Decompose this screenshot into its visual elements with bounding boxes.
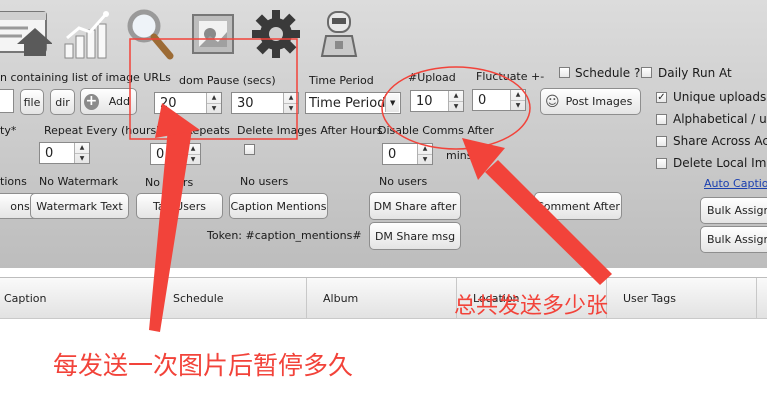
alphabetical-checkbox[interactable]: [656, 114, 667, 125]
fluctuate-value: 0: [478, 92, 487, 108]
time-period-label: Time Period: [309, 74, 374, 87]
time-period-select[interactable]: Time Period ▼: [305, 92, 401, 114]
pause-max-stepper[interactable]: 30 ▲ ▼: [231, 92, 299, 114]
image-url-file-label: n containing list of image URLs: [0, 71, 171, 84]
token-label: Token: #caption_mentions#: [207, 229, 362, 242]
add-button[interactable]: + Add: [80, 88, 137, 115]
bulk-assign-button-2[interactable]: Bulk Assign: [700, 226, 767, 253]
stepper-up-icon[interactable]: ▲: [418, 144, 432, 154]
total-count-annotation: 总共发送多少张: [454, 294, 609, 319]
stepper-down-icon[interactable]: ▼: [418, 153, 432, 165]
column-caption[interactable]: Caption: [0, 278, 157, 318]
bar-chart-icon[interactable]: [62, 10, 112, 60]
gear-icon[interactable]: [250, 8, 302, 60]
posts-grid-header: Caption Schedule Album Location User Tag…: [0, 277, 767, 319]
settings-panel: n containing list of image URLs dom Paus…: [0, 0, 767, 268]
chevron-down-icon: ▼: [385, 94, 399, 112]
mins-label: mins: [446, 149, 473, 162]
robot-icon[interactable]: [316, 8, 364, 60]
dm-share-status: No users: [379, 175, 428, 188]
delete-local-checkbox[interactable]: [656, 158, 667, 169]
disable-comms-stepper[interactable]: 0 ▲ ▼: [382, 143, 433, 165]
repeat-every-value: 0: [45, 145, 54, 161]
daily-run-label: Daily Run At: [658, 66, 732, 80]
repeat-every-stepper[interactable]: 0 ▲ ▼: [39, 142, 90, 164]
no-watermark-label: No Watermark: [39, 175, 119, 188]
num-upload-value: 10: [416, 93, 433, 109]
property-label: ty*: [0, 124, 17, 137]
num-repeats-label: Num Repeats: [156, 124, 230, 137]
stepper-up-icon[interactable]: ▲: [511, 90, 525, 100]
column-album[interactable]: Album: [307, 278, 457, 318]
unique-uploads-checkbox[interactable]: ✓: [656, 92, 667, 103]
fluctuate-stepper[interactable]: 0 ▲ ▼: [472, 89, 526, 111]
num-upload-label: #Upload: [408, 71, 456, 84]
post-images-label: Post Images: [565, 95, 633, 108]
dir-button[interactable]: dir: [50, 89, 75, 115]
magnifier-icon[interactable]: [126, 8, 174, 60]
post-images-button[interactable]: ☺ Post Images: [540, 88, 641, 115]
stepper-up-icon[interactable]: ▲: [75, 143, 89, 153]
dm-share-after-button[interactable]: DM Share after: [369, 192, 461, 220]
image-url-file-input[interactable]: [0, 89, 14, 113]
stepper-down-icon[interactable]: ▼: [75, 152, 89, 164]
unique-uploads-label: Unique uploads o: [673, 90, 767, 104]
delete-images-after-hours-label: Delete Images After Hours: [237, 124, 383, 137]
column-user-tags[interactable]: User Tags: [607, 278, 757, 318]
mentions-label: tions: [0, 175, 27, 188]
toolbar: [0, 0, 767, 62]
repeat-every-label: Repeat Every (hours): [44, 124, 161, 137]
share-across-checkbox[interactable]: [656, 136, 667, 147]
random-pause-label: dom Pause (secs): [179, 74, 276, 87]
stepper-up-icon[interactable]: ▲: [449, 91, 463, 101]
num-repeats-stepper[interactable]: 0 ▲ ▼: [150, 143, 201, 165]
add-icon: +: [84, 92, 99, 110]
num-upload-stepper[interactable]: 10 ▲ ▼: [410, 90, 464, 112]
stepper-up-icon[interactable]: ▲: [284, 93, 298, 103]
time-period-value: Time Period: [309, 95, 386, 111]
caption-mentions-button[interactable]: Caption Mentions: [229, 193, 328, 219]
stepper-down-icon[interactable]: ▼: [207, 102, 221, 114]
auto-caption-link[interactable]: Auto Captio: [704, 177, 767, 190]
bulk-assign-button-1[interactable]: Bulk Assign: [700, 197, 767, 224]
stepper-down-icon[interactable]: ▼: [449, 100, 463, 112]
caption-mentions-status: No users: [240, 175, 289, 188]
stepper-down-icon[interactable]: ▼: [511, 99, 525, 111]
watermark-text-button[interactable]: Watermark Text: [30, 193, 129, 219]
pause-min-value: 20: [160, 95, 177, 111]
image-frame-icon[interactable]: [190, 12, 238, 58]
delete-local-label: Delete Local Imag: [673, 156, 767, 170]
delete-images-checkbox[interactable]: [244, 144, 255, 155]
alphabetical-label: Alphabetical / unc: [673, 112, 767, 126]
dm-share-msg-button[interactable]: DM Share msg: [369, 222, 461, 250]
post-person-icon: ☺: [545, 93, 560, 110]
add-button-label: Add: [108, 95, 130, 108]
pause-min-stepper[interactable]: 20 ▲ ▼: [154, 92, 222, 114]
tag-users-status: No users: [145, 176, 194, 189]
disable-comms-value: 0: [388, 146, 397, 162]
stepper-down-icon[interactable]: ▼: [186, 153, 200, 165]
column-schedule[interactable]: Schedule: [157, 278, 307, 318]
comment-after-button[interactable]: Comment After: [534, 192, 622, 220]
stepper-down-icon[interactable]: ▼: [284, 102, 298, 114]
share-across-label: Share Across Acco: [673, 134, 767, 148]
list-upload-icon[interactable]: [0, 6, 52, 58]
schedule-checkbox[interactable]: [559, 67, 570, 78]
tag-users-button[interactable]: Tag Users: [136, 193, 223, 219]
stepper-up-icon[interactable]: ▲: [207, 93, 221, 103]
pause-max-value: 30: [237, 95, 254, 111]
pause-annotation: 每发送一次图片后暂停多久: [53, 351, 354, 380]
num-repeats-value: 0: [156, 146, 165, 162]
stepper-up-icon[interactable]: ▲: [186, 144, 200, 154]
disable-comms-after-label: Disable Comms After: [378, 124, 494, 137]
schedule-label: Schedule ?: [575, 66, 641, 80]
fluctuate-label: Fluctuate +-: [476, 70, 545, 83]
file-button[interactable]: file: [20, 89, 44, 115]
daily-run-checkbox[interactable]: [641, 67, 652, 78]
